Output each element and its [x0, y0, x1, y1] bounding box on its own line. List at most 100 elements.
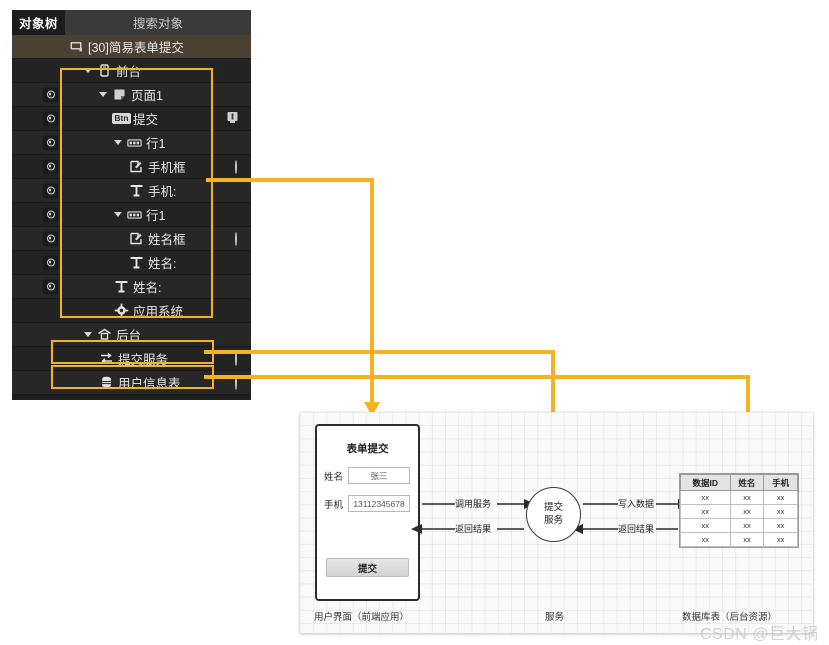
binding-dot-icon[interactable]	[235, 231, 237, 246]
server-icon	[97, 327, 112, 342]
edit-icon	[129, 231, 144, 246]
tree-row[interactable]: 手机框	[12, 155, 251, 179]
visibility-eye-icon[interactable]	[43, 135, 58, 150]
service-node: 提交 服务	[526, 487, 581, 542]
flow-diagram-panel: 表单提交 姓名 张三 手机 13112345678 提交 调用服务 返回结果 写…	[300, 412, 813, 633]
tree-row-content: 用户信息表	[99, 373, 181, 392]
tree-row-label: 后台	[116, 329, 142, 343]
zone-label-service: 服务	[545, 612, 565, 623]
chevron-down-icon[interactable]	[84, 332, 92, 337]
tree-row[interactable]: 页面1	[12, 83, 251, 107]
chevron-down-icon[interactable]	[99, 92, 107, 97]
visibility-eye-icon[interactable]	[43, 87, 58, 102]
tree-row-label: 姓名:	[133, 281, 162, 295]
tree-row[interactable]: 用户信息表	[12, 371, 251, 395]
tree-row-label: 手机框	[148, 161, 186, 175]
binding-dot-icon[interactable]	[235, 375, 237, 390]
page-icon	[112, 87, 127, 102]
tree-row[interactable]: 行1	[12, 131, 251, 155]
table-icon	[99, 375, 114, 390]
tree-row-label: 姓名框	[148, 233, 186, 247]
tree-row-content: 姓名框	[129, 229, 186, 248]
tree-row-label: 用户信息表	[118, 377, 181, 391]
visibility-eye-icon[interactable]	[43, 111, 58, 126]
tree-row-label: 页面1	[131, 89, 163, 103]
phone-icon	[97, 63, 112, 78]
tree-row-content: 行1	[114, 205, 165, 224]
edit-icon	[129, 159, 144, 174]
tree-row-content: 后台	[84, 325, 141, 344]
watermark: CSDN @巨大锅	[700, 626, 819, 643]
text-icon	[129, 183, 144, 198]
table-header-cell: 姓名	[729, 474, 765, 491]
search-input[interactable]: 搜索对象	[65, 10, 251, 35]
tree-row-content: 应用系统	[114, 301, 183, 320]
tree-row[interactable]: 姓名框	[12, 227, 251, 251]
label-return-result-left: 返回结果	[455, 524, 492, 534]
tree-row[interactable]: 行1	[12, 203, 251, 227]
tree-row[interactable]: [30]简易表单提交	[12, 35, 251, 59]
table-cell: xx	[680, 518, 731, 533]
tree-row[interactable]: 提交服务	[12, 347, 251, 371]
visibility-eye-icon[interactable]	[43, 207, 58, 222]
tree-row[interactable]: 姓名:	[12, 251, 251, 275]
tree-row[interactable]: 手机:	[12, 179, 251, 203]
table-cell: xx	[680, 504, 731, 519]
table-cell: xx	[763, 490, 798, 505]
tree-row-label: 应用系统	[133, 305, 184, 319]
text-icon	[114, 279, 129, 294]
visibility-eye-icon[interactable]	[43, 255, 58, 270]
tree-row-label: 姓名:	[148, 257, 177, 271]
project-icon	[69, 39, 84, 54]
tab-object-tree[interactable]: 对象树	[12, 10, 65, 35]
btn-icon: Btn	[111, 111, 132, 126]
visibility-eye-icon[interactable]	[43, 159, 58, 174]
tree-row-label: 行1	[146, 209, 166, 223]
table-cell: xx	[680, 532, 731, 547]
tree-row-content: 姓名:	[114, 277, 161, 296]
service-node-line2: 服务	[543, 514, 563, 526]
object-tree-panel: 对象树 搜索对象 [30]简易表单提交前台页面1 Btn 提交行1 手机框手机: 行1 姓…	[12, 10, 251, 400]
tree-row-content: 手机:	[129, 181, 176, 200]
service-node-line1: 提交	[543, 502, 563, 514]
table-cell: xx	[763, 532, 798, 547]
visibility-eye-icon[interactable]	[43, 279, 58, 294]
tree-row[interactable]: 姓名:	[12, 275, 251, 299]
tree-row[interactable]: 后台	[12, 323, 251, 347]
chevron-down-icon[interactable]	[114, 212, 122, 217]
info-icon[interactable]	[226, 111, 239, 127]
table-row: xx xx xx	[680, 504, 798, 519]
tree-row-content: 姓名:	[129, 253, 176, 272]
label-call-service: 调用服务	[455, 499, 492, 509]
table-header-row: 数据ID 姓名 手机	[680, 474, 798, 491]
tree-row-label: 行1	[146, 137, 166, 151]
service-icon	[99, 351, 114, 366]
visibility-eye-icon[interactable]	[43, 183, 58, 198]
database-table: 数据ID 姓名 手机 xx xx xx xx xx xx xx xx xx xx xx xx	[680, 474, 798, 547]
tree-row[interactable]: 前台	[12, 59, 251, 83]
tree-row-content: [30]简易表单提交	[69, 37, 184, 56]
table-cell: xx	[729, 532, 765, 547]
row-icon	[127, 207, 142, 222]
tree-row-label: 提交服务	[118, 353, 169, 367]
binding-dot-icon[interactable]	[235, 351, 237, 366]
table-cell: xx	[729, 490, 765, 505]
table-row: xx xx xx	[680, 490, 798, 505]
tree-row-label: 前台	[116, 65, 142, 79]
tree-row[interactable]: 应用系统	[12, 299, 251, 323]
binding-dot-icon[interactable]	[235, 159, 237, 174]
table-cell: xx	[763, 518, 798, 533]
table-header-cell: 数据ID	[680, 474, 731, 491]
label-write-data: 写入数据	[618, 499, 655, 509]
label-return-result-right: 返回结果	[618, 524, 655, 534]
text-icon	[129, 255, 144, 270]
tree-row-content: 行1	[114, 133, 165, 152]
table-cell: xx	[680, 490, 731, 505]
chevron-down-icon[interactable]	[114, 140, 122, 145]
chevron-down-icon[interactable]	[84, 68, 92, 73]
tree-row-label: 手机:	[148, 185, 177, 199]
visibility-eye-icon[interactable]	[43, 231, 58, 246]
tree-row[interactable]: Btn 提交	[12, 107, 251, 131]
table-body: xx xx xx xx xx xx xx xx xx xx xx xx	[680, 490, 798, 547]
table-cell: xx	[763, 504, 798, 519]
